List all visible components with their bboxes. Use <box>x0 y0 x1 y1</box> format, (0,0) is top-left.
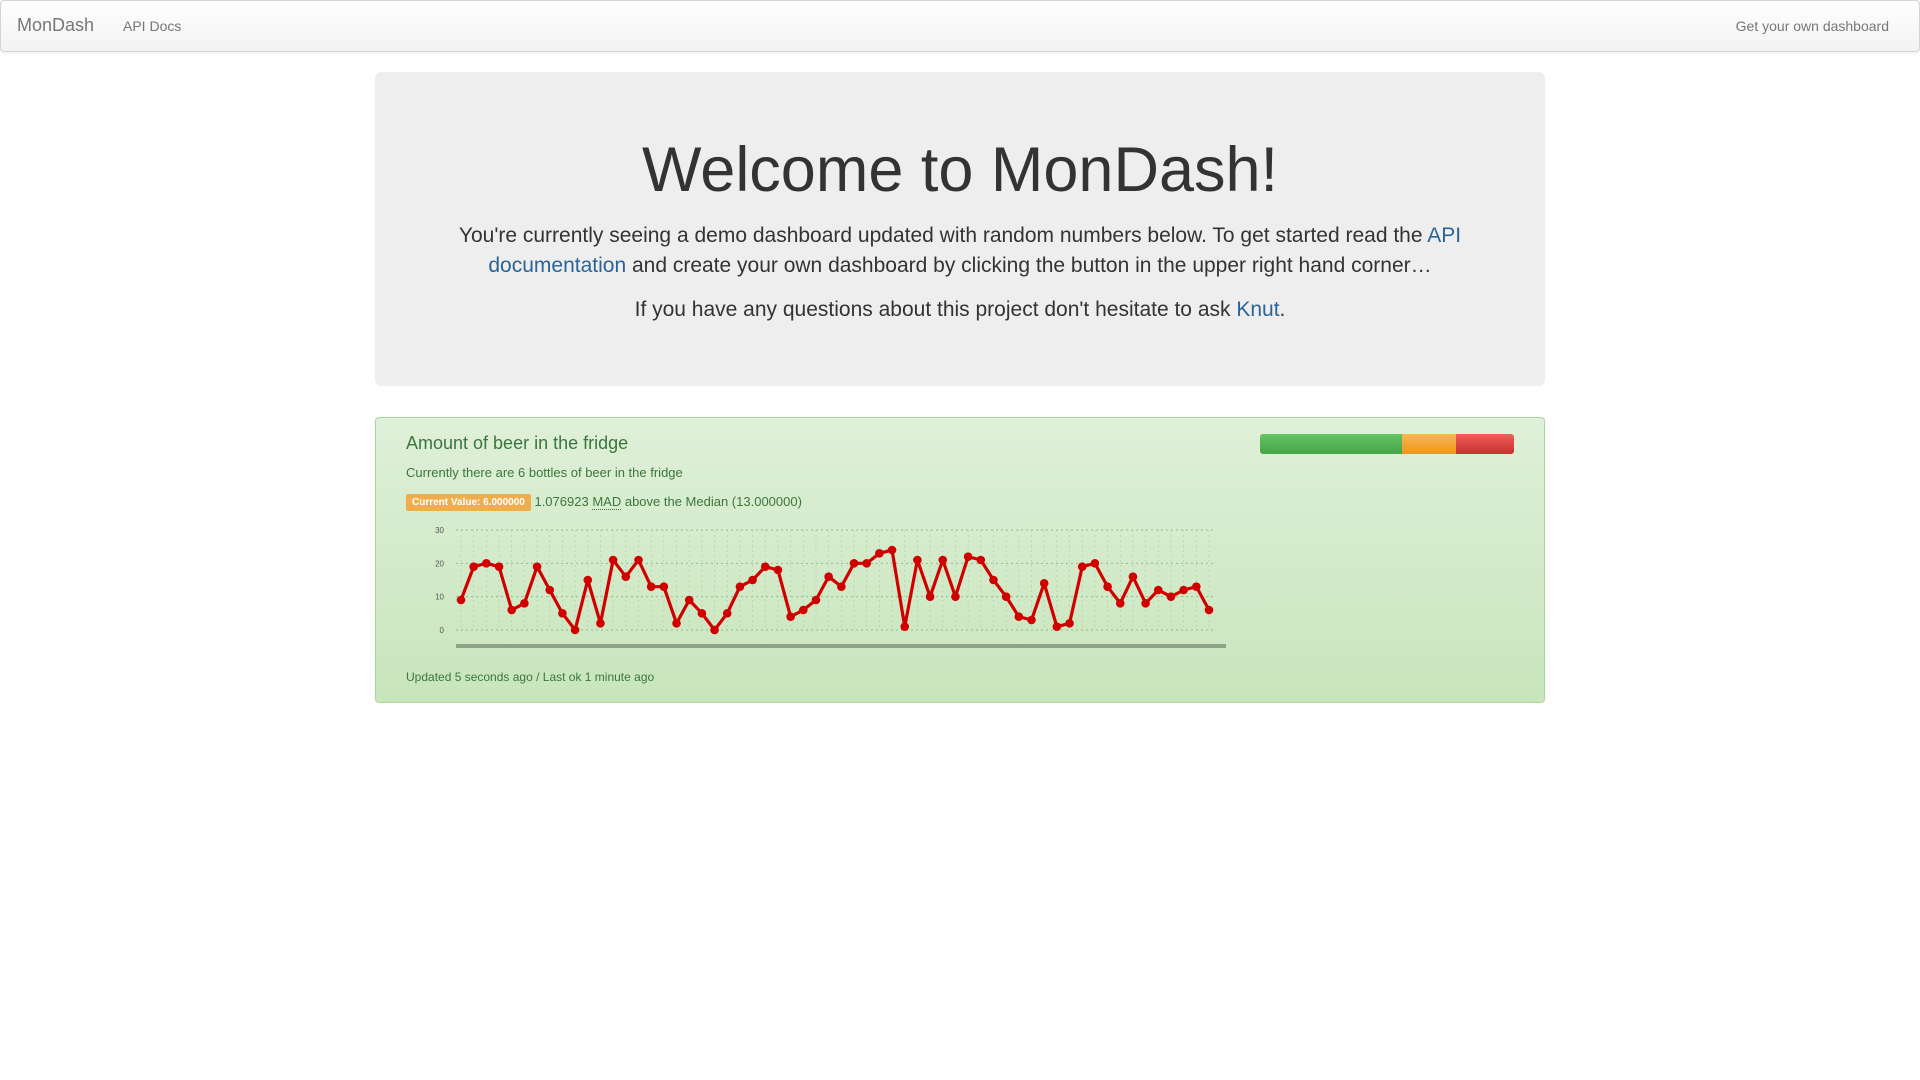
data-point <box>621 572 631 581</box>
data-point <box>976 555 986 565</box>
data-point <box>875 549 884 558</box>
data-point <box>520 599 529 608</box>
data-point <box>659 582 669 591</box>
data-point <box>672 619 681 628</box>
y-tick-label: 0 <box>440 626 445 635</box>
data-point <box>925 592 935 601</box>
intro-paragraph: You're currently seeing a demo dashboard… <box>440 221 1480 281</box>
data-point <box>532 562 542 571</box>
data-point <box>494 562 504 571</box>
mad-abbr[interactable]: MAD <box>592 494 622 510</box>
data-point <box>938 555 948 565</box>
intro-text-before: You're currently seeing a demo dashboard… <box>458 224 1428 248</box>
data-point <box>507 605 517 615</box>
data-point <box>1153 585 1163 595</box>
intro-text-after: and create your own dashboard by clickin… <box>626 254 1432 278</box>
data-point <box>684 595 694 605</box>
data-point <box>1128 572 1138 581</box>
data-point <box>558 609 567 618</box>
welcome-title: Welcome to MonDash! <box>641 135 1279 205</box>
welcome-jumbotron: Welcome to MonDash! You're currently see… <box>375 72 1545 386</box>
status-progress-bar <box>1260 434 1514 454</box>
data-point <box>469 562 478 571</box>
data-point <box>1179 585 1188 595</box>
data-point <box>799 605 808 615</box>
y-tick-label: 10 <box>435 593 444 602</box>
x-tick-label-strip <box>456 644 1226 648</box>
data-point <box>1115 599 1125 608</box>
data-point <box>849 559 859 568</box>
data-point <box>811 595 821 605</box>
data-point <box>646 582 656 591</box>
data-point <box>456 595 466 605</box>
data-point <box>1103 582 1112 591</box>
data-point <box>900 622 910 631</box>
data-point <box>773 565 783 575</box>
data-point <box>1077 562 1087 571</box>
data-point <box>710 625 719 635</box>
progress-warning-segment <box>1402 434 1456 454</box>
data-point <box>951 592 960 601</box>
y-tick-label: 20 <box>435 559 444 568</box>
data-point <box>1027 615 1036 625</box>
data-point <box>1065 619 1074 628</box>
data-point <box>1166 592 1176 601</box>
questions-paragraph: If you have any questions about this pro… <box>440 295 1480 325</box>
data-point <box>608 555 618 565</box>
questions-text: If you have any questions about this pro… <box>634 298 1237 322</box>
data-point <box>760 562 770 571</box>
progress-critical-segment <box>1455 434 1514 454</box>
data-point <box>697 609 707 618</box>
value-line: Current Value: 6.000000 1.076923 MAD abo… <box>406 494 802 511</box>
data-point <box>1052 622 1062 631</box>
data-point <box>862 559 871 568</box>
data-point <box>786 612 795 621</box>
data-point <box>824 572 833 581</box>
progress-ok-segment <box>1260 434 1403 454</box>
get-dashboard-link[interactable]: Get your own dashboard <box>1736 18 1889 34</box>
updated-status: Updated 5 seconds ago / Last ok 1 minute… <box>406 670 655 684</box>
data-point <box>1039 579 1049 588</box>
data-point <box>545 585 555 595</box>
data-point <box>1090 559 1100 568</box>
data-point <box>963 552 973 561</box>
data-point <box>748 575 757 585</box>
median-text: above the Median (13.000000) <box>624 494 802 509</box>
current-value-badge: Current Value: 6.000000 <box>406 494 531 511</box>
data-point <box>837 582 846 591</box>
nav-api-docs-link[interactable]: API Docs <box>123 18 181 34</box>
data-point <box>722 609 732 618</box>
data-point <box>989 575 998 585</box>
data-point <box>634 555 643 565</box>
brand-link[interactable]: MonDash <box>17 15 94 36</box>
data-point <box>583 575 593 585</box>
data-point <box>1204 605 1214 615</box>
monitor-panel: Amount of beer in the fridge Currently t… <box>375 417 1545 703</box>
data-point <box>1001 592 1011 601</box>
data-point <box>482 559 491 568</box>
top-navbar: MonDash API Docs Get your own dashboard <box>0 0 1920 52</box>
mad-value: 1.076923 <box>534 494 589 509</box>
y-tick-label: 30 <box>435 526 444 535</box>
data-point <box>1141 599 1150 608</box>
data-point <box>735 582 745 591</box>
data-point <box>1014 612 1024 621</box>
data-point <box>1192 582 1201 591</box>
monitor-description: Currently there are 6 bottles of beer in… <box>406 465 683 480</box>
monitor-title: Amount of beer in the fridge <box>406 433 629 453</box>
data-point <box>887 545 897 555</box>
beer-line-chart: 0 10 20 30 <box>435 526 1226 648</box>
data-point <box>913 555 922 565</box>
knut-link[interactable]: Knut <box>1236 298 1279 321</box>
data-point <box>596 619 605 628</box>
data-point <box>570 625 580 635</box>
questions-period: . <box>1279 298 1286 322</box>
